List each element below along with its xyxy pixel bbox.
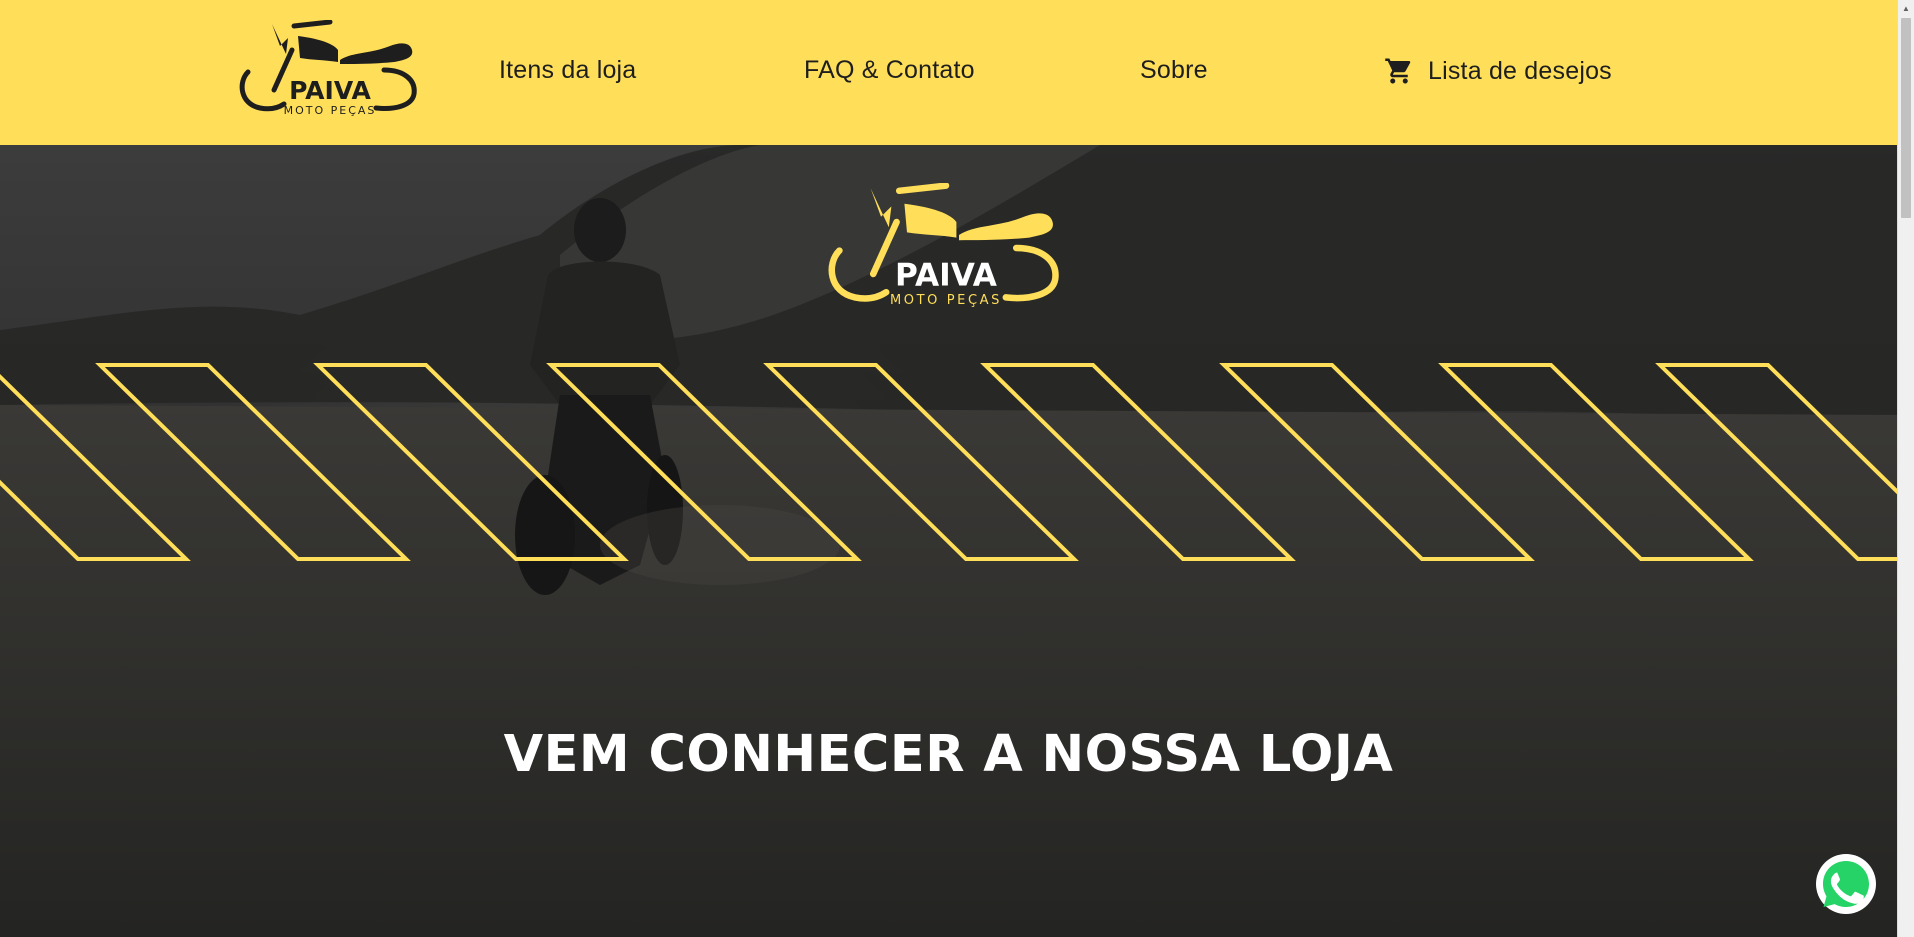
- cart-icon: [1384, 56, 1414, 86]
- hero-logo-subtitle: MOTO PEÇAS: [890, 293, 1002, 308]
- nav-lista-de-desejos-label: Lista de desejos: [1428, 56, 1612, 85]
- hero-logo-wordmark: PAIVA: [895, 258, 997, 294]
- page: PAIVA MOTO PEÇAS Itens da loja FAQ & Con…: [0, 0, 1914, 937]
- logo-subtitle: MOTO PEÇAS: [284, 104, 377, 117]
- whatsapp-icon: [1816, 854, 1876, 914]
- nav-itens-da-loja[interactable]: Itens da loja: [499, 56, 636, 85]
- scrollbar-thumb[interactable]: [1901, 18, 1911, 218]
- header-logo[interactable]: PAIVA MOTO PEÇAS: [234, 19, 426, 120]
- whatsapp-button[interactable]: [1814, 852, 1878, 916]
- logo-wordmark: PAIVA: [289, 76, 371, 105]
- motorcycle-logo-icon: PAIVA MOTO PEÇAS: [828, 182, 1059, 308]
- nav-lista-de-desejos[interactable]: Lista de desejos: [1384, 56, 1612, 86]
- scroll-up-arrow-icon[interactable]: ▲: [1898, 0, 1914, 17]
- vertical-scrollbar[interactable]: ▲: [1897, 0, 1914, 937]
- diagonal-stripes-decoration: [0, 363, 1897, 561]
- hero-title: VEM CONHECER A NOSSA LOJA: [503, 725, 1394, 784]
- hero-section: PAIVA MOTO PEÇAS VEM CONHECER A NOSSA LO…: [0, 145, 1897, 937]
- site-header: PAIVA MOTO PEÇAS Itens da loja FAQ & Con…: [0, 0, 1897, 145]
- motorcycle-logo-icon: PAIVA MOTO PEÇAS: [239, 19, 417, 117]
- nav-sobre[interactable]: Sobre: [1140, 56, 1208, 85]
- hero-logo: PAIVA MOTO PEÇAS: [820, 182, 1072, 313]
- nav-faq-contato[interactable]: FAQ & Contato: [804, 56, 975, 85]
